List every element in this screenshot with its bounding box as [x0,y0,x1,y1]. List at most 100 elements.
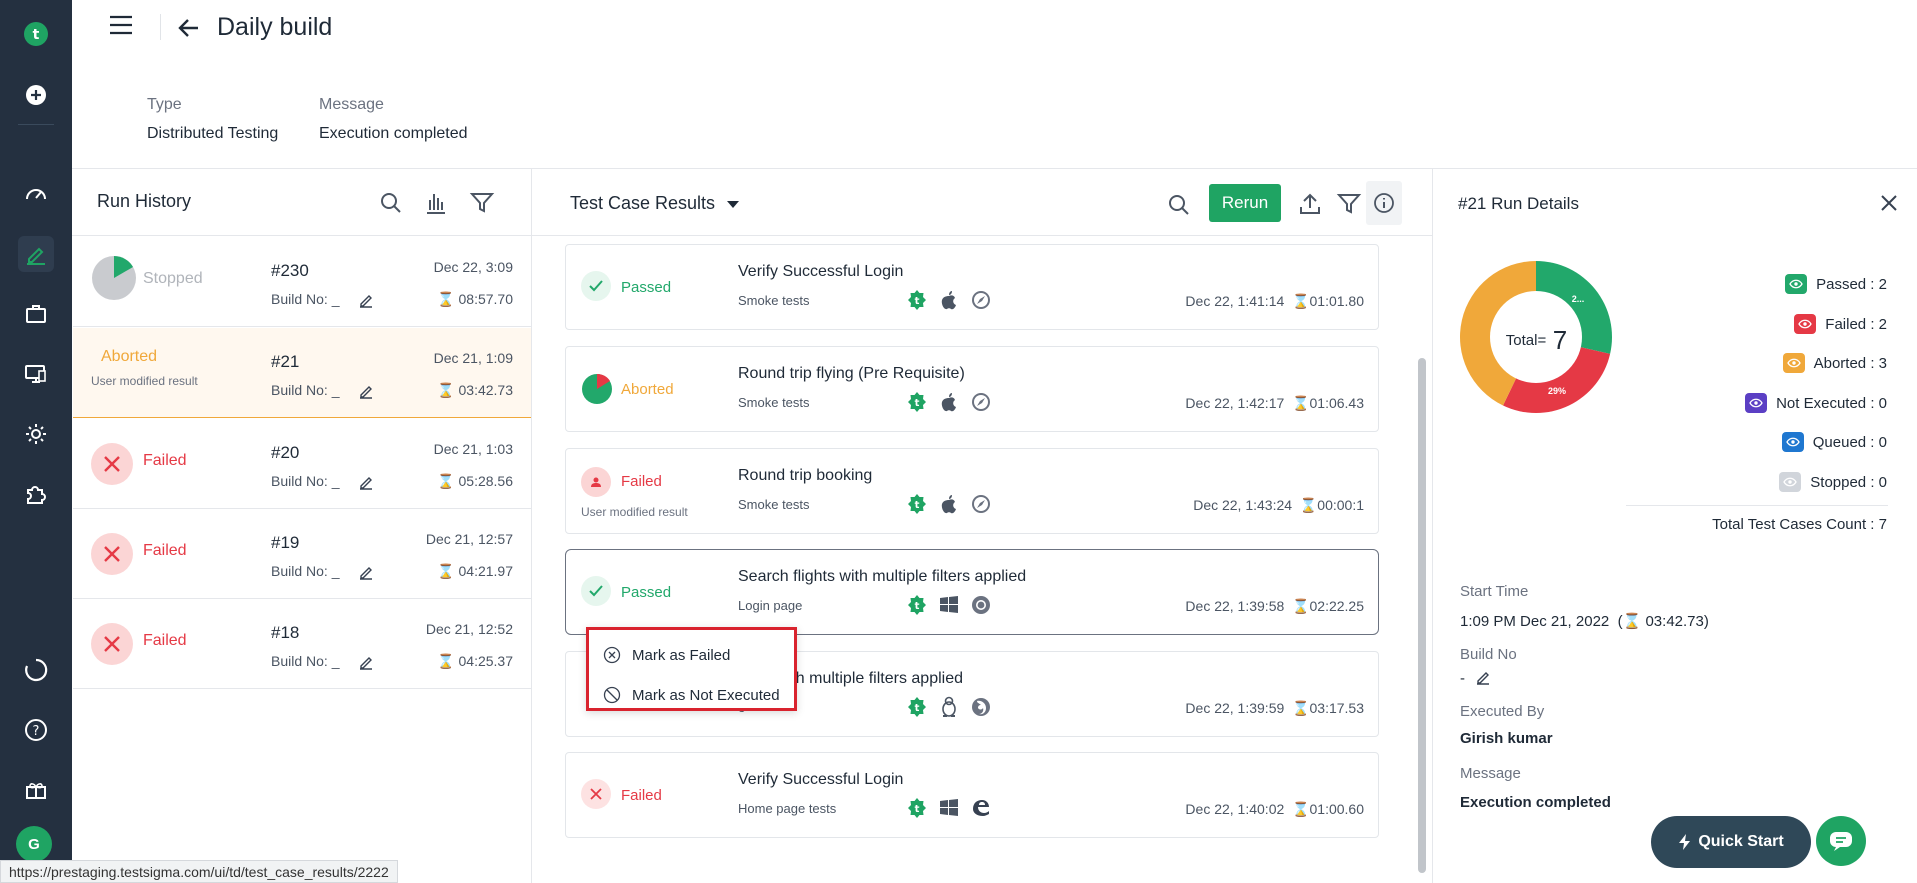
test-case-name[interactable]: Verify Successful Login [738,263,903,281]
test-case-name[interactable]: Verify Successful Login [738,771,903,789]
back-arrow-icon[interactable] [176,16,202,40]
gift-icon[interactable] [18,772,54,808]
environment-icons: t [906,696,992,718]
legend-item[interactable]: Stopped : 0 [1779,470,1887,494]
eye-icon[interactable] [1745,393,1768,413]
hamburger-menu-icon[interactable] [108,14,134,36]
legend-item[interactable]: Not Executed : 0 [1745,391,1887,415]
eye-icon[interactable] [1785,274,1808,294]
test-case-result-card[interactable]: Aborted Round trip flying (Pre Requisite)… [565,346,1379,432]
testsigma-icon: t [906,289,928,311]
test-case-results-dropdown[interactable]: Test Case Results [570,193,740,214]
chrome-icon [970,594,992,616]
testsigma-icon: t [906,797,928,819]
chat-button[interactable] [1816,816,1866,866]
mark-as-failed-item[interactable]: Mark as Failed [589,636,794,674]
mark-as-not-executed-item[interactable]: Mark as Not Executed [589,676,794,714]
eye-icon[interactable] [1794,314,1817,334]
hourglass-icon: ⌛ [1622,613,1642,630]
result-duration: 01:01.80 [1309,293,1365,309]
start-time-label: Start Time [1460,583,1529,600]
type-value: Distributed Testing [147,125,279,142]
user-avatar[interactable]: G [16,826,52,862]
failed-x-icon [91,623,133,665]
svg-text:t: t [915,500,920,511]
test-case-name[interactable]: Search flights with multiple filters app… [738,568,1026,586]
run-history-row-18[interactable]: Failed #18 Build No: _ Dec 21, 12:52 ⌛ 0… [73,599,531,689]
test-suite-name: Smoke tests [738,395,810,410]
help-icon[interactable]: ? [18,712,54,748]
edit-pencil-icon[interactable] [358,292,374,308]
chat-icon [1830,832,1852,851]
test-case-name[interactable]: Round trip flying (Pre Requisite) [738,365,965,383]
edit-pencil-icon[interactable] [358,383,374,399]
info-button[interactable] [1366,181,1402,225]
start-duration-text: 03:42.73) [1645,613,1709,630]
result-timestamp: Dec 22, 1:41:14 [1185,293,1285,309]
result-time: Dec 22, 1:41:14 ⌛01:01.80 [1185,293,1365,309]
search-icon[interactable] [378,190,404,216]
test-development-icon[interactable] [18,236,54,272]
filter-icon[interactable] [469,190,495,216]
legend-item[interactable]: Queued : 0 [1781,430,1887,454]
dashboard-icon[interactable] [18,176,54,212]
run-duration-value: 05:28.56 [458,473,514,489]
rerun-button[interactable]: Rerun [1209,184,1281,222]
edit-pencil-icon[interactable] [358,474,374,490]
briefcase-icon[interactable] [18,296,54,332]
run-history-row-21[interactable]: Aborted User modified result #21 Build N… [73,328,531,418]
run-status: Stopped [143,270,203,287]
results-scrollbar-thumb[interactable] [1418,358,1426,873]
upload-icon[interactable] [1297,191,1323,217]
result-timestamp: Dec 22, 1:40:02 [1185,801,1285,817]
edit-pencil-icon[interactable] [358,654,374,670]
run-status: Failed [143,542,187,559]
apple-icon [938,289,960,311]
run-history-row-20[interactable]: Failed #20 Build No: _ Dec 21, 1:03 ⌛ 05… [73,419,531,509]
edit-pencil-icon[interactable] [358,564,374,580]
run-details-title: #21 Run Details [1458,194,1579,213]
build-no-detail-text: - [1460,670,1465,687]
eye-icon[interactable] [1781,432,1804,452]
result-duration: 01:06.43 [1309,395,1365,411]
legend-item[interactable]: Failed : 2 [1794,312,1887,336]
add-icon[interactable] [18,77,54,113]
result-duration: 02:22.25 [1309,598,1365,614]
run-duration: ⌛ 04:25.37 [437,653,513,669]
test-case-result-card[interactable]: Failed User modified result Round trip boo… [565,448,1379,534]
loading-circle-icon[interactable] [18,652,54,688]
eye-icon[interactable] [1779,472,1802,492]
run-date: Dec 22, 3:09 [433,259,513,275]
legend-item[interactable]: Passed : 2 [1785,272,1887,296]
legend-label: Stopped : 0 [1810,473,1887,491]
run-history-row-19[interactable]: Failed #19 Build No: _ Dec 21, 12:57 ⌛ 0… [73,509,531,599]
result-timestamp: Dec 22, 1:39:58 [1185,598,1285,614]
test-case-result-card[interactable]: Passed Verify Successful Login Smoke tests… [565,244,1379,330]
test-case-result-card[interactable]: Failed Verify Successful Login Home page t… [565,752,1379,838]
eye-icon[interactable] [1782,353,1805,373]
legend-divider [1626,505,1888,506]
legend-item[interactable]: Aborted : 3 [1782,351,1887,375]
header-separator [160,14,161,40]
test-case-result-card[interactable]: Passed Search flights with multiple filte… [565,549,1379,635]
bar-chart-icon[interactable] [423,190,449,216]
environment-icons: t [906,391,992,413]
user-modified-icon [581,467,611,497]
result-time: Dec 22, 1:43:24 ⌛00:00:1 [1193,497,1364,513]
filter-icon[interactable] [1336,191,1362,217]
quick-start-button[interactable]: Quick Start [1651,816,1811,868]
edit-pencil-icon[interactable] [1475,669,1491,685]
run-history-row-230[interactable]: Stopped #230 Build No: _ Dec 22, 3:09 ⌛ … [73,237,531,327]
test-suite-name: Home page tests [738,801,837,816]
addons-puzzle-icon[interactable] [18,476,54,512]
settings-gear-icon[interactable] [18,416,54,452]
start-time-text: 1:09 PM Dec 21, 2022 [1460,613,1610,630]
testsigma-logo-icon[interactable]: t [18,16,54,52]
passed-check-icon [581,576,611,606]
firefox-icon [970,696,992,718]
close-icon[interactable] [1878,192,1900,214]
devices-icon[interactable] [18,356,54,392]
message-value: Execution completed [319,125,468,142]
search-icon[interactable] [1166,192,1192,218]
test-case-name[interactable]: Round trip booking [738,467,872,485]
